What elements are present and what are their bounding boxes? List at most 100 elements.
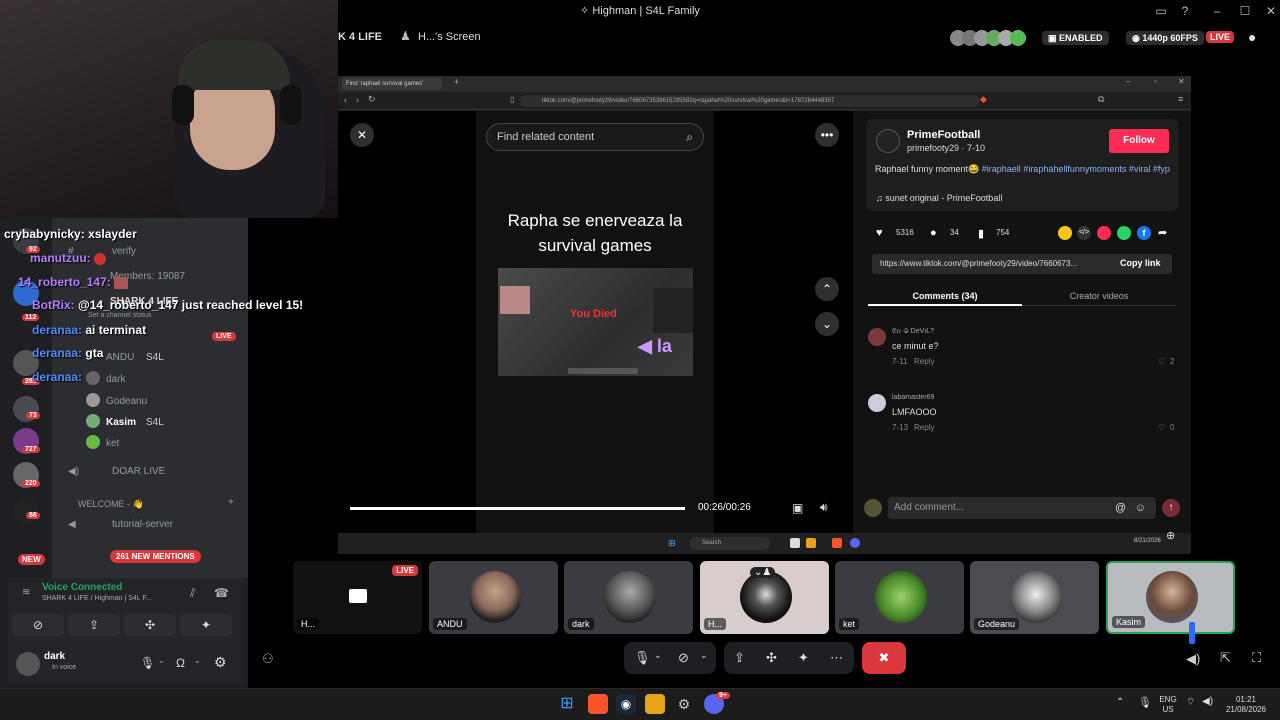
steam-icon[interactable]: ◉ (616, 694, 636, 714)
server-icon[interactable] (13, 498, 39, 524)
volume-icon[interactable]: ◀) (1186, 651, 1200, 667)
participant-tile[interactable]: Godeanu (970, 561, 1099, 634)
browser-tab[interactable]: Find 'raphael survival games' (342, 78, 442, 90)
follow-button[interactable]: Follow (1109, 129, 1169, 153)
brave-icon[interactable] (588, 694, 608, 714)
comment-heart-icon[interactable]: ♡ (1158, 423, 1165, 432)
windows-start-icon[interactable]: ⊞ (557, 694, 577, 714)
tab-comments[interactable]: Comments (34) (868, 286, 1022, 306)
soundboard-button[interactable]: ✦ (180, 614, 232, 636)
clock[interactable]: 01:21 21/08/2026 (1222, 695, 1270, 715)
brave-shield-icon[interactable]: ◆ (980, 94, 987, 105)
copy-link-button[interactable]: Copy link (1120, 258, 1161, 268)
voice-user[interactable]: Kasim S4L (86, 414, 236, 430)
channel-doar-live[interactable]: DOAR LIVE (112, 466, 165, 477)
participant-tile[interactable]: ANDU (429, 561, 558, 634)
disconnect-icon[interactable]: ☎ (214, 586, 229, 600)
heart-icon[interactable]: ♥ (876, 227, 883, 239)
zoom-in-icon[interactable]: ⊕ (1166, 529, 1175, 542)
speaker-icon[interactable]: ◀) (1202, 696, 1213, 707)
share-screen-button[interactable]: ⇪ (68, 614, 120, 636)
comment-icon[interactable]: ● (930, 227, 937, 239)
embed-icon[interactable]: </> (1077, 226, 1091, 240)
extensions-icon[interactable]: ⧉ (1098, 94, 1104, 105)
participant-tile[interactable]: LIVE H... (293, 561, 422, 634)
voice-status[interactable]: Voice Connected (42, 582, 122, 593)
more-icon[interactable]: ⋯ (830, 650, 843, 666)
chevron-down-icon[interactable]: ⌄ (194, 656, 201, 665)
folder-icon[interactable] (645, 694, 665, 714)
comment-user[interactable]: labamaster69 (892, 394, 934, 401)
reply-button[interactable]: Reply (914, 423, 934, 432)
share-tiktok-icon[interactable] (1058, 226, 1072, 240)
viewer-avatars[interactable] (950, 29, 1030, 47)
maximize-icon[interactable]: ▫ (1154, 77, 1157, 86)
close-icon[interactable]: ✕ (1178, 77, 1185, 86)
link-field[interactable]: https://www.tiktok.com/@primefooty29/vid… (872, 254, 1172, 274)
close-video-button[interactable]: ✕ (350, 123, 374, 147)
microphone-icon[interactable]: 🎙︎ (1138, 696, 1152, 709)
minimize-button[interactable]: – (1208, 2, 1226, 20)
volume-icon[interactable]: 🔊︎ (820, 500, 828, 515)
settings-icon[interactable]: ⚙ (674, 694, 694, 714)
new-tab-icon[interactable]: + (454, 77, 459, 87)
fullscreen-icon[interactable]: ⛶ (1252, 650, 1261, 666)
chevron-up-icon[interactable]: ⌃ (1116, 697, 1124, 708)
soundboard-icon[interactable]: ✦ (798, 650, 809, 666)
user-name[interactable]: dark (44, 651, 65, 662)
mention-icon[interactable]: @ (1115, 497, 1126, 519)
menu-icon[interactable]: ≡ (1178, 94, 1183, 104)
hashtags[interactable]: #iraphaell #iraphahellfunnymoments #vira… (982, 164, 1170, 174)
whatsapp-icon[interactable] (1117, 226, 1131, 240)
chat-bubble-icon[interactable]: ● (1248, 29, 1256, 45)
chevron-down-icon[interactable]: ⌄ (700, 650, 708, 661)
share-arrow-icon[interactable]: ➦ (1158, 226, 1167, 239)
signal-icon[interactable]: ≋ (22, 587, 30, 598)
comment-user[interactable]: 𝔈𝔯𝔢 ♧ DeVıL? (892, 328, 934, 336)
next-video-button[interactable]: ⌄ (815, 312, 839, 336)
avatar[interactable] (868, 394, 886, 412)
close-window-button[interactable]: ✕ (1262, 2, 1280, 20)
microphone-icon[interactable]: 🎙︎ (634, 650, 651, 666)
language-indicator[interactable]: ENG US (1158, 695, 1178, 715)
gear-icon[interactable]: ⚙ (214, 654, 227, 671)
forward-icon[interactable]: › (356, 95, 359, 105)
participant-tile[interactable]: dark (564, 561, 693, 634)
quality-pill[interactable]: ◉ 1440p 60FPS (1126, 31, 1204, 45)
microphone-icon[interactable]: 🎙︎ (140, 656, 155, 670)
add-person-icon[interactable]: ⚇ (262, 651, 274, 667)
participant-tile[interactable]: ⌄♟ H... (700, 561, 829, 634)
bookmark-icon[interactable]: ▯ (510, 95, 514, 104)
back-icon[interactable]: ‹ (344, 95, 347, 105)
previous-video-button[interactable]: ⌃ (815, 277, 839, 301)
chevron-down-icon[interactable]: ⌄ (654, 650, 662, 661)
reply-button[interactable]: Reply (914, 357, 934, 366)
tab-creator-videos[interactable]: Creator videos (1022, 286, 1176, 306)
url-bar[interactable]: tiktok.com/@primefooty29/video/766067353… (520, 95, 980, 107)
reload-icon[interactable]: ↻ (368, 94, 376, 105)
add-comment-input[interactable]: Add comment... @ ☺ (888, 497, 1156, 519)
avatar[interactable] (16, 652, 40, 676)
save-icon[interactable]: ▮ (978, 227, 984, 240)
miniplayer-icon[interactable]: ▣ (792, 501, 803, 515)
add-channel-icon[interactable]: + (228, 497, 234, 508)
leave-call-button[interactable]: ✖ (862, 642, 906, 674)
noise-suppression-icon[interactable]: ⫽ (190, 586, 195, 601)
share-screen-icon[interactable]: ⇪ (734, 650, 745, 666)
chevron-down-icon[interactable]: ⌄ (158, 656, 165, 665)
new-mentions-pill[interactable]: 261 NEW MENTIONS (110, 550, 201, 563)
send-icon[interactable] (1097, 226, 1111, 240)
voice-user[interactable]: ket (86, 435, 236, 451)
popout-icon[interactable]: ⇱ (1220, 650, 1231, 666)
participant-tile[interactable]: ket (835, 561, 964, 634)
voice-channel[interactable]: SHARK 4 LIFE / Highman | S4L F... (42, 595, 152, 602)
related-search-input[interactable]: Find related content ⌕ (486, 123, 704, 151)
author-handle[interactable]: primefooty29 · 7-10 (907, 143, 985, 153)
category-welcome[interactable]: WELCOME - 👋 (78, 499, 144, 510)
avatar[interactable] (868, 328, 886, 346)
sound-link[interactable]: ♫ sunet original - PrimeFootball (876, 193, 1002, 203)
more-options-button[interactable]: ••• (815, 123, 839, 147)
camera-off-icon[interactable]: ⊘ (678, 650, 689, 666)
author-name[interactable]: PrimeFootball (907, 129, 980, 141)
author-avatar[interactable] (876, 129, 900, 153)
